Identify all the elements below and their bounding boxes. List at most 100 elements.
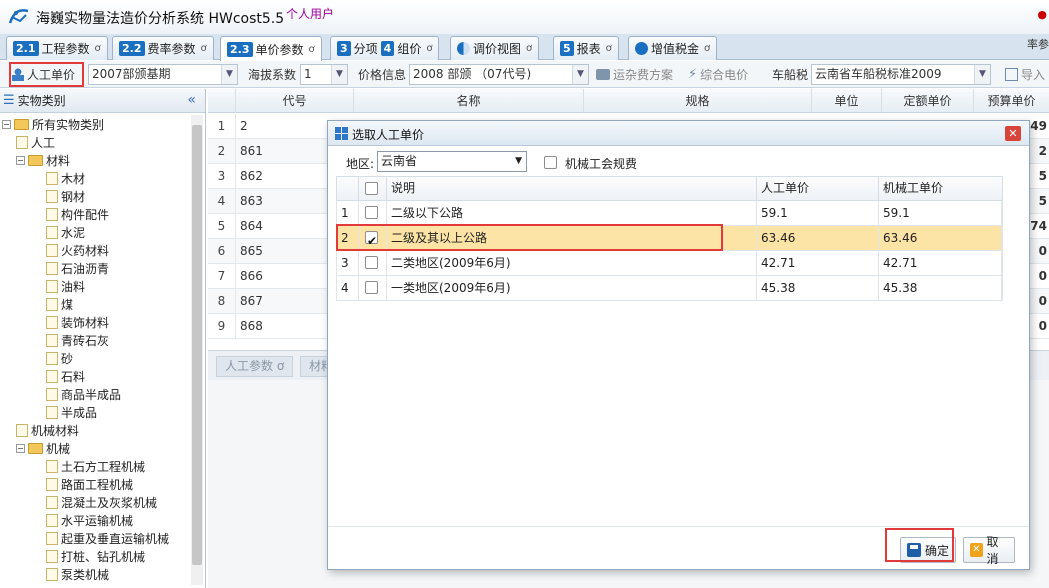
row-checkbox[interactable]: [365, 256, 378, 269]
tab-labor-params[interactable]: 人工参数 ơ: [216, 356, 294, 377]
tab-items-pricing[interactable]: 3 分项 4 组价 ơ: [330, 36, 440, 60]
select-all-checkbox[interactable]: [365, 182, 378, 195]
corner-logo-icon: ●: [1037, 8, 1047, 21]
mech-union-checkbox[interactable]: [544, 156, 557, 169]
vehicle-tax-label: 车船税: [772, 68, 809, 82]
row-index: 1: [337, 201, 359, 225]
row-labor-price: 59.1: [757, 201, 879, 225]
table-row[interactable]: 3 二类地区(2009年6月) 42.71 42.71: [336, 251, 1003, 276]
labor-base-select[interactable]: 2007部颁基期 ▼: [88, 64, 238, 85]
tree-node[interactable]: 石料: [0, 367, 190, 385]
close-icon[interactable]: ✕: [1005, 126, 1021, 141]
grid-header-quota-price[interactable]: 定额单价: [882, 89, 974, 113]
tab-rate-params[interactable]: 2.2 费率参数 ơ: [112, 36, 214, 60]
tree-node[interactable]: 泵类机械: [0, 565, 190, 583]
table-row[interactable]: 4 一类地区(2009年6月) 45.38 45.38: [336, 276, 1003, 301]
close-icon: ✕: [970, 543, 983, 557]
list-icon: ☰: [3, 93, 15, 108]
tree-scrollbar[interactable]: [191, 115, 203, 585]
header-description[interactable]: 说明: [387, 177, 757, 200]
row-code: 867: [240, 294, 263, 308]
transport-plan-button[interactable]: 运杂费方案: [596, 64, 673, 85]
tree-node[interactable]: 石油沥青: [0, 259, 190, 277]
combined-power-button[interactable]: ⚡ 综合电价: [688, 64, 748, 85]
file-icon: [46, 243, 58, 257]
file-icon: [46, 513, 58, 527]
region-label: 地区:: [346, 157, 375, 171]
chevron-down-icon: ▼: [331, 65, 347, 84]
tree-node[interactable]: 水平运输机械: [0, 511, 190, 529]
grid-header-code[interactable]: 代号: [236, 89, 354, 113]
header-mech-price[interactable]: 机械工单价: [879, 177, 1002, 200]
row-checkbox[interactable]: [365, 206, 378, 219]
tree-node[interactable]: − 材料: [0, 151, 190, 169]
row-budget-price: 49: [1030, 119, 1047, 133]
tree-node[interactable]: 钢材: [0, 187, 190, 205]
tree-node[interactable]: 油料: [0, 277, 190, 295]
tree-node[interactable]: 装饰材料: [0, 313, 190, 331]
vehicle-tax-select[interactable]: 云南省车船税标准2009 ▼: [811, 64, 991, 85]
tree-node-label: 土石方工程机械: [61, 459, 146, 474]
file-icon: [46, 531, 58, 545]
tab-unit-price-params[interactable]: 2.3 单价参数 ơ: [220, 36, 322, 61]
table-row[interactable]: 1 二级以下公路 59.1 59.1: [336, 201, 1003, 226]
tree-node-label: 钢材: [61, 189, 86, 204]
tree-node[interactable]: 半成品: [0, 403, 190, 421]
grid-header-spec[interactable]: 规格: [584, 89, 812, 113]
import-button[interactable]: 导入: [1005, 64, 1045, 85]
row-description: 二类地区(2009年6月): [387, 251, 757, 275]
tree-node[interactable]: 青砖石灰: [0, 331, 190, 349]
grid-header-unit[interactable]: 单位: [812, 89, 882, 113]
tree-node[interactable]: 火药材料: [0, 241, 190, 259]
lightning-icon: ⚡: [688, 67, 698, 82]
file-icon: [46, 351, 58, 365]
row-code: 861: [240, 144, 263, 158]
tab-project-params[interactable]: 2.1 工程参数 ơ: [6, 36, 108, 60]
tree-node-label: 机械: [46, 441, 71, 456]
tree-node[interactable]: − 机械: [0, 439, 190, 457]
file-icon: [46, 387, 58, 401]
row-mech-price: 42.71: [879, 251, 1002, 275]
file-icon: [46, 549, 58, 563]
collapse-panel-icon[interactable]: «: [187, 92, 196, 108]
tree-node[interactable]: − 所有实物类别: [0, 115, 190, 133]
row-index: 3: [208, 164, 236, 189]
altitude-select[interactable]: 1 ▼: [300, 64, 348, 85]
tree-node[interactable]: 起重及垂直运输机械: [0, 529, 190, 547]
tree-node[interactable]: 机械材料: [0, 421, 190, 439]
tree-node[interactable]: 混凝土及灰浆机械: [0, 493, 190, 511]
tab-vat[interactable]: 增值税金 ơ: [628, 36, 718, 60]
header-labor-price[interactable]: 人工单价: [757, 177, 879, 200]
tree-node[interactable]: 构件配件: [0, 205, 190, 223]
row-code: 2: [240, 119, 248, 133]
tab-adjust-view[interactable]: 调价视图 ơ: [450, 36, 540, 60]
half-circle-icon: [457, 42, 470, 55]
region-select[interactable]: 云南省 ▼: [377, 151, 527, 172]
tree-node[interactable]: 人工: [0, 133, 190, 151]
cancel-button[interactable]: ✕ 取消: [963, 535, 1015, 566]
tab-reports[interactable]: 5 报表 ơ: [553, 36, 619, 60]
select-labor-price-dialog: 选取人工单价 ✕ 地区: 云南省 ▼ 机械工会规费 说明 人工单价 机械工单价 …: [327, 120, 1030, 570]
expand-toggle-icon[interactable]: −: [16, 443, 25, 453]
scrollbar-thumb[interactable]: [192, 125, 202, 565]
price-info-select[interactable]: 2008 部颁 （07代号) ▼: [409, 64, 589, 85]
tree-node[interactable]: 商品半成品: [0, 385, 190, 403]
tree-node[interactable]: 木材: [0, 169, 190, 187]
tree-node[interactable]: 水泥: [0, 223, 190, 241]
grid-header-budget-price[interactable]: 预算单价: [974, 89, 1049, 113]
tree-node[interactable]: 土石方工程机械: [0, 457, 190, 475]
tree-node[interactable]: 路面工程机械: [0, 475, 190, 493]
file-icon: [46, 171, 58, 185]
expand-toggle-icon[interactable]: −: [16, 155, 25, 165]
expand-toggle-icon[interactable]: −: [2, 119, 11, 129]
row-checkbox[interactable]: [365, 281, 378, 294]
tree-node[interactable]: 砂: [0, 349, 190, 367]
file-icon: [46, 495, 58, 509]
grid-header-name[interactable]: 名称: [354, 89, 584, 113]
tree-node[interactable]: 煤: [0, 295, 190, 313]
tab-overflow-label[interactable]: 率参: [1027, 36, 1049, 52]
row-budget-price: 0: [1038, 269, 1047, 283]
row-labor-price: 42.71: [757, 251, 879, 275]
tree-node[interactable]: 打桩、钻孔机械: [0, 547, 190, 565]
row-labor-price: 45.38: [757, 276, 879, 300]
